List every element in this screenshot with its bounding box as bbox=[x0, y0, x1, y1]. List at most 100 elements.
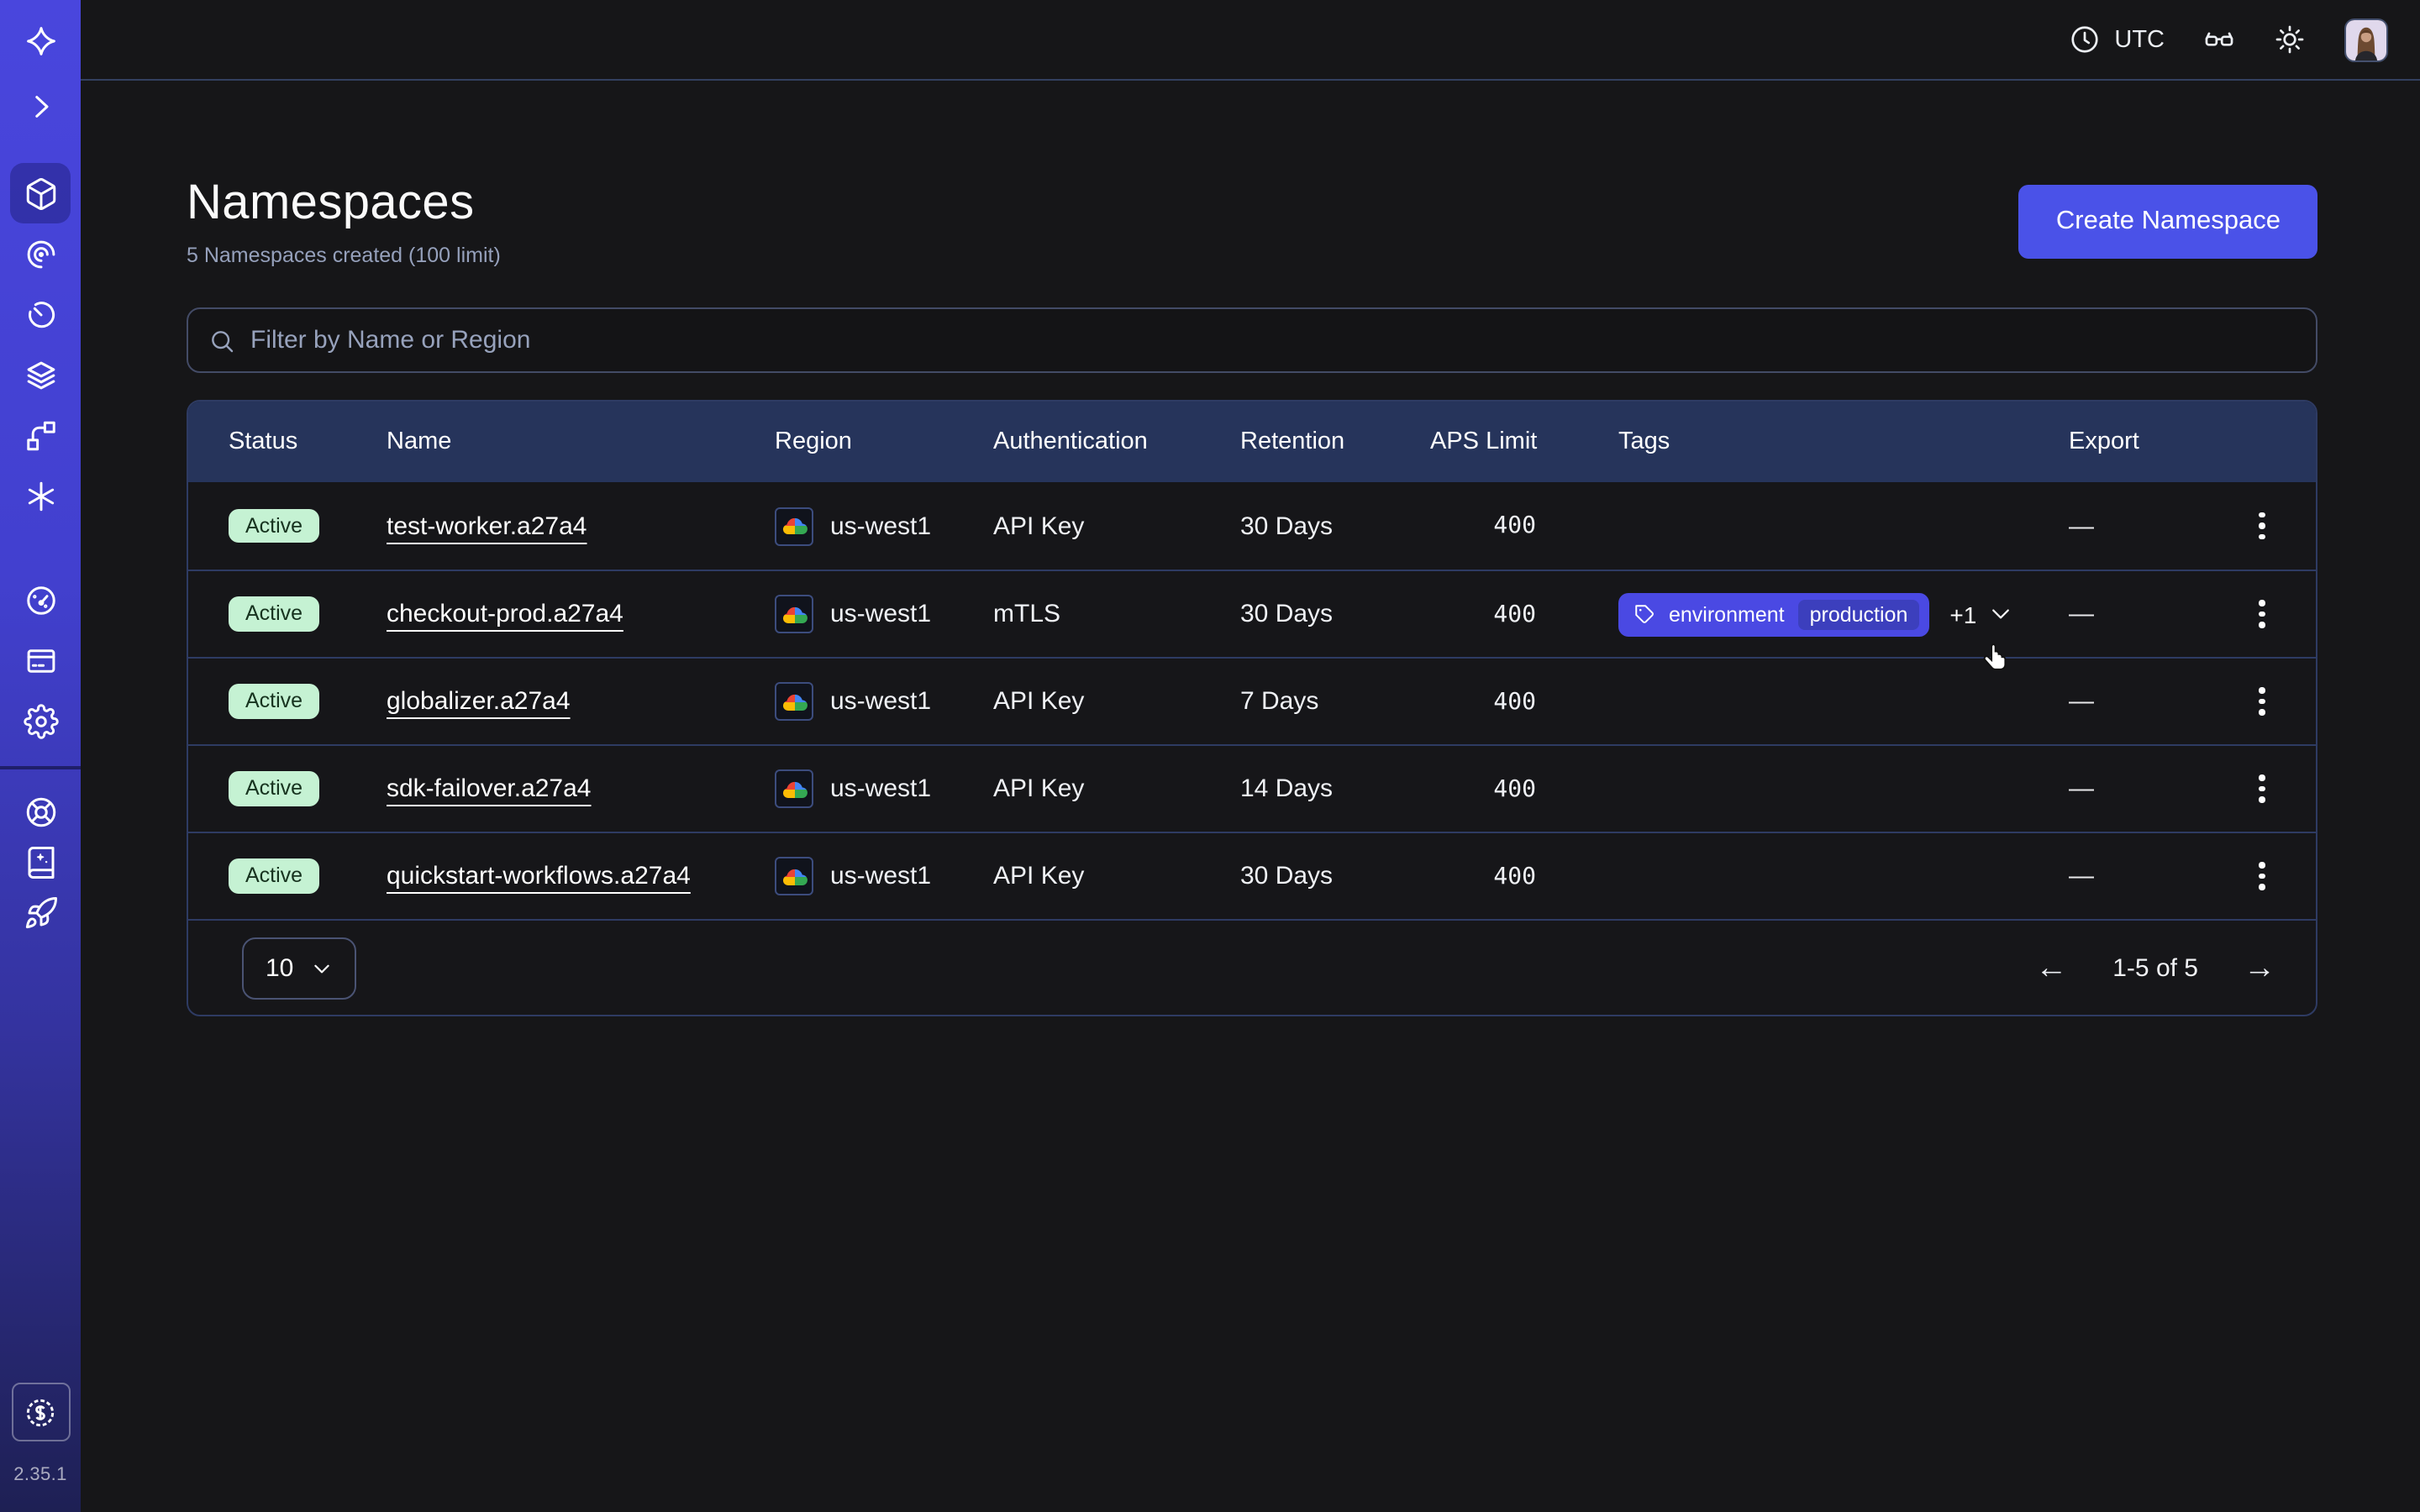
tags-expand[interactable]: +1 bbox=[1949, 601, 2013, 627]
pricing-button[interactable] bbox=[11, 1383, 70, 1441]
auth-label: API Key bbox=[993, 687, 1240, 716]
table-footer: 10 ← 1-5 of 5 → bbox=[188, 919, 2316, 1015]
timezone-label: UTC bbox=[2114, 26, 2165, 53]
sidebar-divider bbox=[0, 766, 81, 769]
sidebar-item-batch-operations[interactable] bbox=[0, 344, 81, 405]
light-theme-sun-icon[interactable] bbox=[2274, 24, 2306, 55]
sidebar-item-schedules[interactable] bbox=[0, 284, 81, 344]
chevron-down-icon bbox=[1988, 601, 2013, 627]
sidebar-item-settings[interactable] bbox=[0, 690, 81, 751]
sidebar-item-deployments[interactable] bbox=[0, 405, 81, 465]
aps-limit-value: 400 bbox=[1430, 688, 1536, 715]
reader-glasses-icon[interactable] bbox=[2203, 24, 2235, 55]
filter-input[interactable] bbox=[250, 326, 2296, 354]
aps-limit-value: 400 bbox=[1430, 601, 1536, 627]
prev-page-button[interactable]: ← bbox=[2035, 952, 2067, 984]
dollar-seal-icon bbox=[22, 1394, 59, 1431]
region-label: us-west1 bbox=[830, 512, 931, 540]
table-row: Active checkout-prod.a27a4 us-west1 mTLS… bbox=[188, 570, 2316, 657]
retention-label: 7 Days bbox=[1240, 687, 1430, 716]
row-menu-button[interactable] bbox=[2249, 505, 2275, 547]
status-badge: Active bbox=[229, 509, 319, 543]
chevron-down-icon bbox=[310, 957, 332, 979]
lifebuoy-icon bbox=[23, 794, 58, 829]
namespace-link[interactable]: checkout-prod.a27a4 bbox=[387, 600, 623, 628]
retention-label: 14 Days bbox=[1240, 774, 1430, 803]
row-menu-button[interactable] bbox=[2249, 680, 2275, 722]
tags-more-count: +1 bbox=[1949, 601, 1976, 627]
col-tags: Tags bbox=[1536, 428, 2069, 455]
gcp-cloud-icon bbox=[775, 857, 813, 895]
topbar: UTC bbox=[81, 0, 2420, 81]
status-badge: Active bbox=[229, 597, 319, 632]
table-row: Active quickstart-workflows.a27a4 us-wes… bbox=[188, 832, 2316, 919]
user-avatar[interactable] bbox=[2344, 18, 2388, 61]
auth-label: mTLS bbox=[993, 600, 1240, 628]
sidebar-item-getting-started[interactable] bbox=[0, 887, 81, 937]
aps-limit-value: 400 bbox=[1430, 863, 1536, 890]
retention-label: 30 Days bbox=[1240, 862, 1430, 890]
cube-icon bbox=[23, 176, 58, 211]
sidebar-item-docs[interactable] bbox=[0, 837, 81, 887]
status-badge: Active bbox=[229, 772, 319, 806]
region-label: us-west1 bbox=[830, 687, 931, 716]
region-label: us-west1 bbox=[830, 774, 931, 803]
sidebar-expand-button[interactable] bbox=[0, 81, 81, 131]
app-version: 2.35.1 bbox=[13, 1465, 67, 1492]
col-export: Export bbox=[2069, 428, 2198, 455]
aps-limit-value: 400 bbox=[1430, 512, 1536, 539]
rocket-icon bbox=[23, 895, 58, 930]
sidebar-item-billing[interactable] bbox=[0, 630, 81, 690]
clock-icon bbox=[2069, 24, 2101, 55]
table-header: Status Name Region Authentication Retent… bbox=[188, 402, 2316, 482]
page-size-select[interactable]: 10 bbox=[242, 937, 355, 999]
temporal-logo-icon[interactable] bbox=[0, 0, 81, 81]
sidebar-item-nexus[interactable] bbox=[0, 465, 81, 526]
tag-pill[interactable]: environment production bbox=[1618, 592, 1929, 636]
auth-label: API Key bbox=[993, 774, 1240, 803]
export-value: — bbox=[2069, 862, 2198, 890]
book-sparkle-icon bbox=[23, 844, 58, 879]
table-row: Active globalizer.a27a4 us-west1 API Key… bbox=[188, 657, 2316, 744]
namespace-link[interactable]: test-worker.a27a4 bbox=[387, 512, 587, 540]
gcp-cloud-icon bbox=[775, 769, 813, 808]
row-menu-button[interactable] bbox=[2249, 593, 2275, 635]
retention-label: 30 Days bbox=[1240, 600, 1430, 628]
col-name: Name bbox=[387, 428, 775, 455]
tag-value: production bbox=[1798, 599, 1920, 629]
region-label: us-west1 bbox=[830, 862, 931, 890]
gear-icon bbox=[23, 703, 58, 738]
col-region: Region bbox=[775, 428, 993, 455]
namespace-link[interactable]: sdk-failover.a27a4 bbox=[387, 774, 592, 803]
create-namespace-button[interactable]: Create Namespace bbox=[2019, 185, 2317, 259]
sidebar-item-usage[interactable] bbox=[0, 570, 81, 630]
status-badge: Active bbox=[229, 859, 319, 894]
sidebar-item-support[interactable] bbox=[0, 786, 81, 837]
page-title: Namespaces bbox=[187, 176, 501, 232]
timezone-selector[interactable]: UTC bbox=[2069, 24, 2165, 55]
namespace-link[interactable]: globalizer.a27a4 bbox=[387, 687, 571, 716]
gcp-cloud-icon bbox=[775, 507, 813, 545]
col-status: Status bbox=[229, 428, 387, 455]
card-icon bbox=[23, 643, 58, 678]
auth-label: API Key bbox=[993, 512, 1240, 540]
row-menu-button[interactable] bbox=[2249, 855, 2275, 897]
branch-icon bbox=[23, 417, 58, 453]
table-row: Active sdk-failover.a27a4 us-west1 API K… bbox=[188, 744, 2316, 832]
gcp-cloud-icon bbox=[775, 682, 813, 721]
next-page-button[interactable]: → bbox=[2244, 952, 2275, 984]
export-value: — bbox=[2069, 687, 2198, 716]
export-value: — bbox=[2069, 774, 2198, 803]
row-menu-button[interactable] bbox=[2249, 768, 2275, 810]
namespace-link[interactable]: quickstart-workflows.a27a4 bbox=[387, 862, 691, 890]
col-authentication: Authentication bbox=[993, 428, 1240, 455]
search-icon bbox=[208, 327, 235, 354]
sidebar-item-workflows[interactable] bbox=[0, 223, 81, 284]
table-row: Active test-worker.a27a4 us-west1 API Ke… bbox=[188, 482, 2316, 570]
auth-label: API Key bbox=[993, 862, 1240, 890]
gcp-cloud-icon bbox=[775, 595, 813, 633]
timer-icon bbox=[23, 297, 58, 332]
col-retention: Retention bbox=[1240, 428, 1430, 455]
sidebar-item-namespaces[interactable] bbox=[0, 163, 81, 223]
aps-limit-value: 400 bbox=[1430, 775, 1536, 802]
